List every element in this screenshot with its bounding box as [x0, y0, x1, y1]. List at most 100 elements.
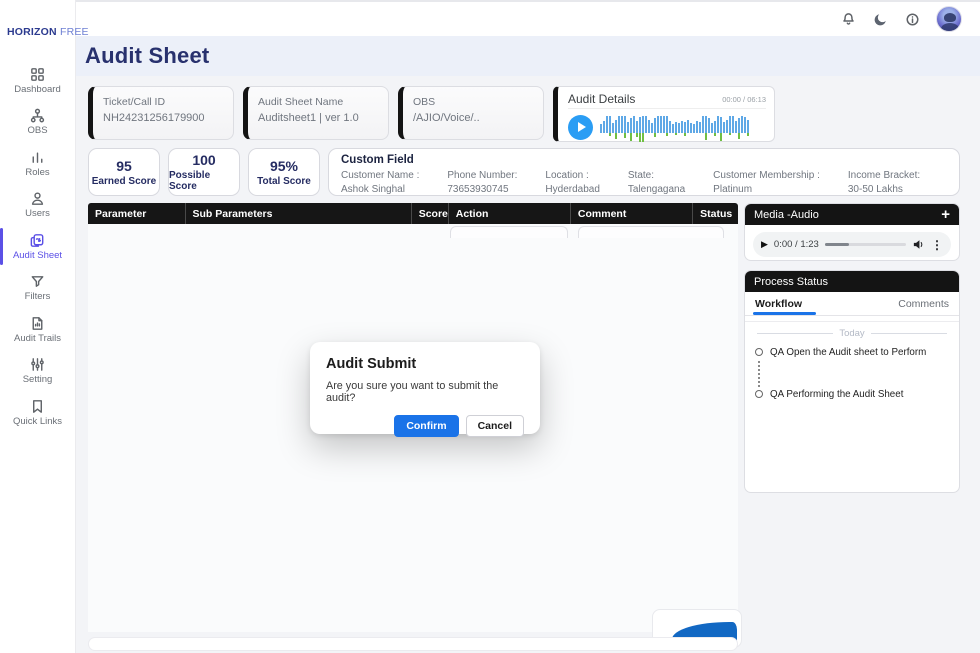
screen: HORIZON FREE Dashboard OBS Roles Users	[0, 0, 980, 653]
sidebar-item-audit-sheet[interactable]: Audit Sheet	[0, 226, 75, 267]
player-menu-icon[interactable]: ⋮	[931, 238, 943, 252]
topbar	[76, 0, 980, 36]
bookmark-icon	[29, 398, 46, 415]
score-value: 95	[116, 158, 132, 174]
process-status-panel: Process Status Workflow Comments Today Q…	[744, 270, 960, 493]
media-audio-panel: Media -Audio + ▶ 0:00 / 1:23 ⋮	[744, 203, 960, 261]
sidebar-item-label: OBS	[27, 126, 47, 136]
player-progress-done	[825, 243, 849, 246]
sliders-icon	[29, 356, 46, 373]
score-label: Earned Score	[92, 176, 156, 187]
info-card-row: Ticket/Call ID NH24231256179900 Audit Sh…	[88, 86, 775, 142]
sidebar-item-roles[interactable]: Roles	[0, 143, 75, 184]
obs-card: OBS /AJIO/Voice/..	[398, 86, 544, 140]
modal-title: Audit Submit	[326, 356, 524, 372]
sidebar-item-label: Filters	[25, 292, 51, 302]
sidebar-item-dashboard[interactable]: Dashboard	[0, 60, 75, 101]
audio-play-button[interactable]	[568, 115, 593, 140]
info-icon[interactable]	[904, 11, 920, 27]
action-dropdown-partial[interactable]	[450, 226, 568, 238]
tab-workflow[interactable]: Workflow	[755, 298, 802, 315]
title-band: Audit Sheet	[76, 36, 980, 76]
earned-score-card: 95 Earned Score	[88, 148, 160, 196]
sidebar-item-label: Audit Sheet	[13, 251, 62, 261]
timeline-dot-icon	[755, 390, 763, 398]
sidebar-item-audit-trails[interactable]: Audit Trails	[0, 309, 75, 350]
possible-score-card: 100 Possible Score	[168, 148, 240, 196]
player-progress-bar[interactable]	[825, 243, 906, 246]
tab-comments[interactable]: Comments	[898, 298, 949, 315]
card-label: OBS	[413, 96, 533, 108]
sidebar-item-obs[interactable]: OBS	[0, 101, 75, 142]
custom-field-state: State: Talengagana	[628, 169, 685, 196]
comment-input-partial[interactable]	[578, 226, 724, 238]
sidebar-item-label: Roles	[25, 168, 49, 178]
sidebar-item-quick-links[interactable]: Quick Links	[0, 392, 75, 433]
document-icon	[29, 315, 46, 332]
audit-details-time: 00:00 / 06:13	[722, 95, 766, 104]
column-header-comment: Comment	[571, 203, 693, 224]
sidebar-item-label: Dashboard	[14, 85, 60, 95]
cancel-button[interactable]: Cancel	[466, 415, 524, 437]
day-divider: Today	[757, 328, 947, 339]
custom-field-income-bracket: Income Bracket: 30-50 Lakhs	[848, 169, 920, 196]
confirm-button[interactable]: Confirm	[394, 415, 458, 437]
column-header-score: Score	[412, 203, 449, 224]
audit-sheet-icon	[29, 232, 46, 249]
score-label: Total Score	[257, 176, 311, 187]
sidebar-item-label: Users	[25, 209, 50, 219]
play-icon	[578, 122, 586, 132]
sidebar-nav: Dashboard OBS Roles Users Audit Sheet Fi…	[0, 60, 75, 433]
notifications-bell-icon[interactable]	[840, 11, 856, 27]
custom-field-phone-number: Phone Number: 73653930745	[447, 169, 517, 196]
player-play-button[interactable]: ▶	[761, 239, 768, 250]
add-media-button[interactable]: +	[941, 207, 950, 222]
tabs-divider	[745, 321, 959, 322]
score-row: 95 Earned Score 100 Possible Score 95% T…	[88, 148, 960, 196]
score-label: Possible Score	[169, 170, 239, 192]
funnel-icon	[29, 273, 46, 290]
app-logo: HORIZON FREE	[0, 0, 75, 38]
audit-details-card: Audit Details 00:00 / 06:13	[553, 86, 775, 142]
dark-mode-moon-icon[interactable]	[872, 11, 888, 27]
modal-message: Are you sure you want to submit the audi…	[326, 380, 524, 404]
workflow-timeline: QA Open the Audit sheet to Perform QA Pe…	[745, 347, 959, 401]
page-title: Audit Sheet	[85, 43, 209, 69]
media-audio-title: Media -Audio	[754, 209, 819, 221]
sidebar-item-label: Quick Links	[13, 417, 62, 427]
day-label: Today	[839, 328, 864, 339]
total-score-card: 95% Total Score	[248, 148, 320, 196]
timeline-dot-icon	[755, 348, 763, 356]
sidebar-item-setting[interactable]: Setting	[0, 350, 75, 391]
card-value: Auditsheet1 | ver 1.0	[258, 112, 378, 124]
person-icon	[29, 190, 46, 207]
card-value: /AJIO/Voice/..	[413, 112, 533, 124]
timeline-connector	[758, 361, 949, 387]
player-time: 0:00 / 1:23	[774, 239, 819, 250]
custom-field-customer-name: Customer Name : Ashok Singhal	[341, 169, 419, 196]
sidebar-item-filters[interactable]: Filters	[0, 267, 75, 308]
timeline-item: QA Open the Audit sheet to Perform	[755, 347, 949, 359]
audit-details-title: Audit Details	[568, 92, 635, 106]
audio-waveform[interactable]	[600, 112, 750, 142]
column-header-action: Action	[449, 203, 571, 224]
column-header-sub-parameters: Sub Parameters	[186, 203, 412, 224]
card-label: Audit Sheet Name	[258, 96, 378, 108]
score-value: 100	[192, 152, 215, 168]
sidebar-item-users[interactable]: Users	[0, 184, 75, 225]
bar-chart-icon	[29, 149, 46, 166]
score-value: 95%	[270, 158, 298, 174]
sidebar-item-label: Audit Trails	[14, 334, 61, 344]
user-avatar[interactable]	[936, 6, 962, 32]
volume-icon[interactable]	[912, 238, 925, 251]
logo-primary: HORIZON	[7, 26, 57, 38]
logo-secondary: FREE	[60, 26, 89, 38]
process-status-title: Process Status	[754, 276, 828, 288]
custom-field-location: Location : Hyderdabad	[545, 169, 599, 196]
column-header-status: Status	[693, 203, 738, 224]
audio-player: ▶ 0:00 / 1:23 ⋮	[753, 232, 951, 257]
footer-bar	[88, 637, 738, 651]
timeline-item: QA Performing the Audit Sheet	[755, 389, 949, 401]
audit-submit-modal: Audit Submit Are you sure you want to su…	[310, 342, 540, 434]
custom-field-card: Custom Field Customer Name : Ashok Singh…	[328, 148, 960, 196]
